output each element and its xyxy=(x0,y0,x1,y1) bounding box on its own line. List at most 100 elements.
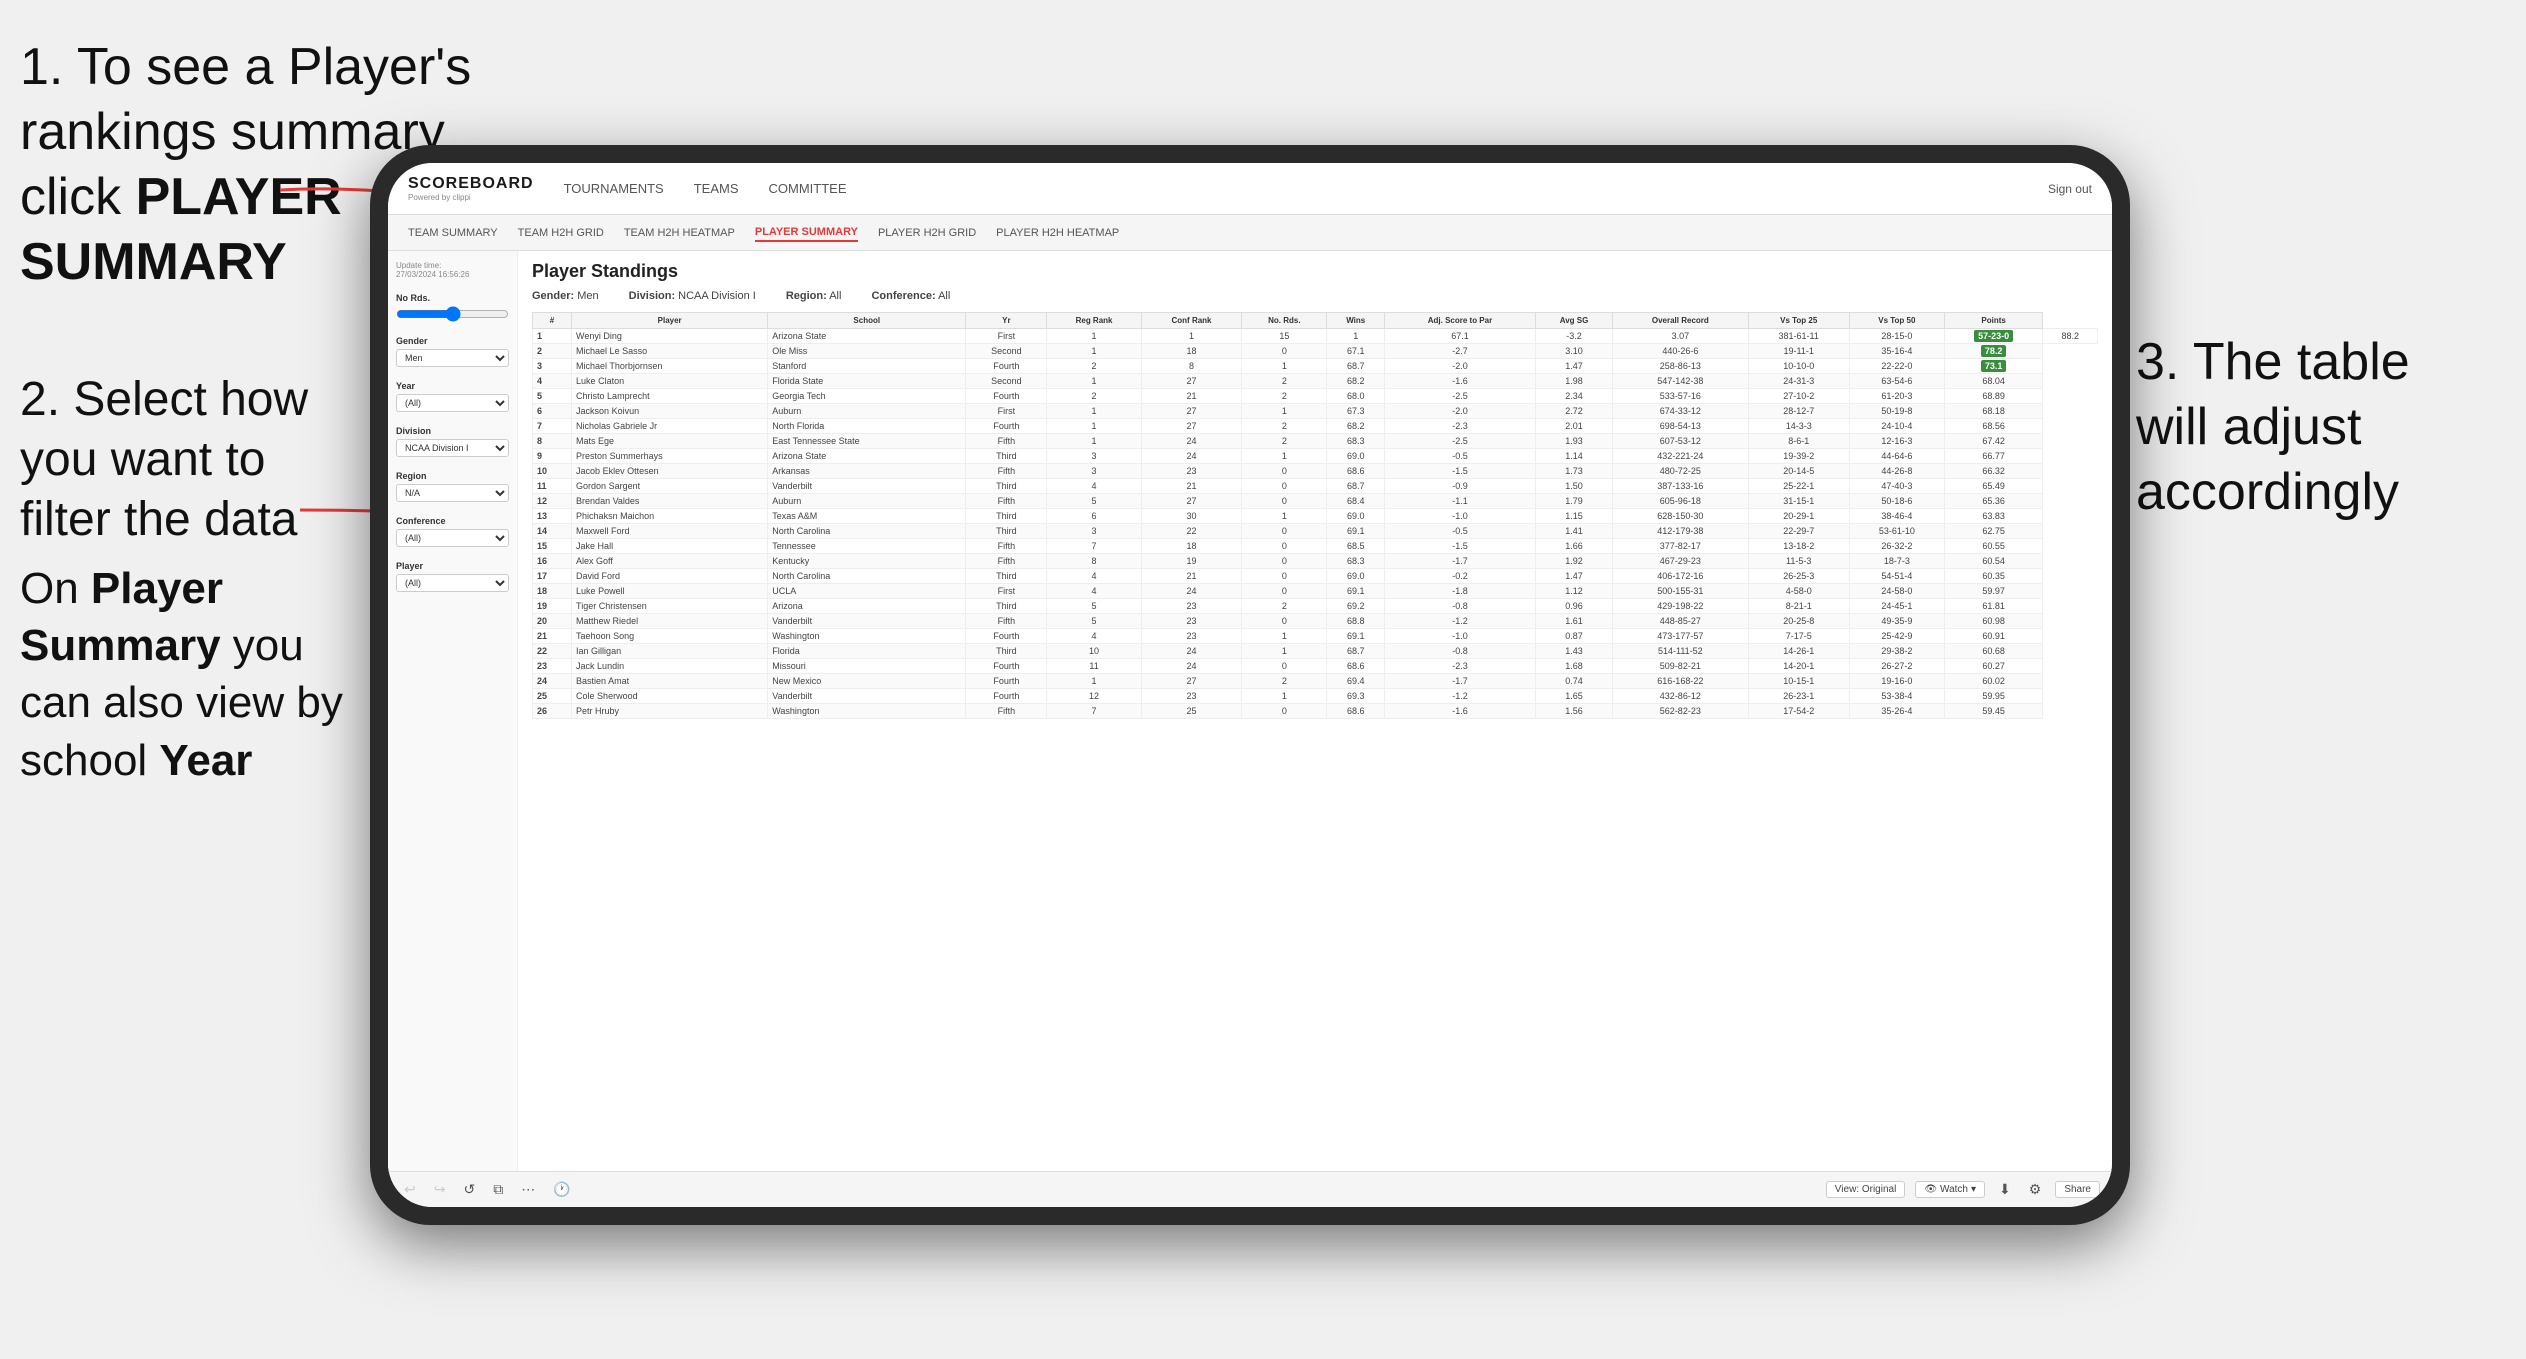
nav-tournaments[interactable]: TOURNAMENTS xyxy=(564,177,664,200)
division-select[interactable]: NCAA Division I xyxy=(396,439,509,457)
table-cell: 1.43 xyxy=(1535,644,1612,659)
table-row: 11Gordon SargentVanderbiltThird421068.7-… xyxy=(533,479,2098,494)
table-cell: 53-38-4 xyxy=(1849,689,1944,704)
table-cell: Gordon Sargent xyxy=(572,479,768,494)
gender-filter-label: Gender: Men xyxy=(532,290,599,302)
table-cell: 7 xyxy=(1047,704,1141,719)
table-cell: Maxwell Ford xyxy=(572,524,768,539)
sub-nav-team-h2h-heatmap[interactable]: TEAM H2H HEATMAP xyxy=(624,225,735,241)
table-cell: 22 xyxy=(1141,524,1242,539)
table-cell: 24 xyxy=(1141,644,1242,659)
nav-teams[interactable]: TEAMS xyxy=(694,177,739,200)
table-cell: 432-221-24 xyxy=(1613,449,1748,464)
col-reg-rank: Reg Rank xyxy=(1047,313,1141,329)
table-cell: 674-33-12 xyxy=(1613,404,1748,419)
table-cell: 26-23-1 xyxy=(1748,689,1849,704)
table-cell: 10-15-1 xyxy=(1748,674,1849,689)
no-rds-label: No Rds. xyxy=(396,293,509,303)
nav-committee[interactable]: COMMITTEE xyxy=(769,177,847,200)
redo-btn[interactable]: ↪ xyxy=(430,1179,450,1200)
table-cell: Luke Claton xyxy=(572,374,768,389)
col-school: School xyxy=(768,313,966,329)
logo-sub: Powered by clippi xyxy=(408,193,534,202)
share-btn[interactable]: Share xyxy=(2055,1181,2100,1198)
table-cell: 0 xyxy=(1242,659,1327,674)
settings-btn[interactable]: ⚙ xyxy=(2025,1179,2046,1200)
table-cell: 500-155-31 xyxy=(1613,584,1748,599)
table-cell: 1 xyxy=(1242,644,1327,659)
sub-nav-player-summary[interactable]: PLAYER SUMMARY xyxy=(755,224,858,242)
table-cell: 9 xyxy=(533,449,572,464)
table-cell: Missouri xyxy=(768,659,966,674)
table-cell: 24 xyxy=(1141,434,1242,449)
table-row: 25Cole SherwoodVanderbiltFourth1223169.3… xyxy=(533,689,2098,704)
table-cell: 68.7 xyxy=(1327,479,1385,494)
gender-select[interactable]: Men xyxy=(396,349,509,367)
table-cell: 57-23-0 xyxy=(1944,329,2043,344)
region-select[interactable]: N/A xyxy=(396,484,509,502)
table-cell: 1 xyxy=(1141,329,1242,344)
table-cell: 1.47 xyxy=(1535,569,1612,584)
table-cell: 49-35-9 xyxy=(1849,614,1944,629)
logo-area: SCOREBOARD Powered by clippi xyxy=(408,175,534,202)
gender-group: Gender Men xyxy=(396,336,509,367)
table-cell: 0 xyxy=(1242,584,1327,599)
table-cell: 60.35 xyxy=(1944,569,2043,584)
table-cell: 69.4 xyxy=(1327,674,1385,689)
table-cell: 3 xyxy=(1047,524,1141,539)
refresh-btn[interactable]: ↺ xyxy=(459,1179,479,1200)
table-cell: 19 xyxy=(1141,554,1242,569)
clock-btn[interactable]: 🕐 xyxy=(549,1179,574,1200)
download-btn[interactable]: ⬇ xyxy=(1995,1179,2015,1200)
table-cell: 1 xyxy=(1242,359,1327,374)
table-cell: -1.7 xyxy=(1385,674,1536,689)
more-btn[interactable]: ⋯ xyxy=(517,1179,539,1200)
table-cell: 6 xyxy=(533,404,572,419)
player-group: Player (All) xyxy=(396,561,509,592)
no-rds-slider[interactable] xyxy=(396,306,509,322)
table-cell: New Mexico xyxy=(768,674,966,689)
table-cell: 0 xyxy=(1242,494,1327,509)
table-cell: 69.2 xyxy=(1327,599,1385,614)
sub-nav-player-h2h-grid[interactable]: PLAYER H2H GRID xyxy=(878,225,976,241)
player-standings-table: # Player School Yr Reg Rank Conf Rank No… xyxy=(532,312,2098,719)
table-cell: 533-57-16 xyxy=(1613,389,1748,404)
view-original-btn[interactable]: View: Original xyxy=(1826,1181,1906,1198)
nav-sign-out[interactable]: Sign out xyxy=(2048,182,2092,196)
table-cell: 63.83 xyxy=(1944,509,2043,524)
sub-nav-team-h2h-grid[interactable]: TEAM H2H GRID xyxy=(518,225,604,241)
table-cell: 1 xyxy=(1047,434,1141,449)
table-cell: Third xyxy=(966,479,1047,494)
table-cell: 68.7 xyxy=(1327,644,1385,659)
copy-btn[interactable]: ⧉ xyxy=(489,1179,507,1200)
table-cell: 1.14 xyxy=(1535,449,1612,464)
conference-select[interactable]: (All) xyxy=(396,529,509,547)
year-select[interactable]: (All) xyxy=(396,394,509,412)
table-cell: -1.2 xyxy=(1385,614,1536,629)
table-cell: 14-26-1 xyxy=(1748,644,1849,659)
table-cell: Fifth xyxy=(966,704,1047,719)
table-cell: 68.6 xyxy=(1327,464,1385,479)
table-cell: 38-46-4 xyxy=(1849,509,1944,524)
table-cell: 698-54-13 xyxy=(1613,419,1748,434)
instruction-bottom: On Player Summary you can also view by s… xyxy=(20,560,360,789)
undo-btn[interactable]: ↩ xyxy=(400,1179,420,1200)
table-cell: Texas A&M xyxy=(768,509,966,524)
table-cell: Fourth xyxy=(966,629,1047,644)
sub-nav-player-h2h-heatmap[interactable]: PLAYER H2H HEATMAP xyxy=(996,225,1119,241)
table-cell: 616-168-22 xyxy=(1613,674,1748,689)
table-cell: 17-54-2 xyxy=(1748,704,1849,719)
sub-nav-team-summary[interactable]: TEAM SUMMARY xyxy=(408,225,498,241)
table-cell: 21 xyxy=(533,629,572,644)
table-cell: 4 xyxy=(1047,584,1141,599)
col-rank: # xyxy=(533,313,572,329)
watch-btn[interactable]: 👁 Watch ▾ xyxy=(1915,1181,1985,1198)
table-cell: 19 xyxy=(533,599,572,614)
table-cell: 1.98 xyxy=(1535,374,1612,389)
player-select[interactable]: (All) xyxy=(396,574,509,592)
table-cell: 514-111-52 xyxy=(1613,644,1748,659)
table-cell: -0.2 xyxy=(1385,569,1536,584)
table-cell: Fourth xyxy=(966,359,1047,374)
table-cell: 1 xyxy=(1242,449,1327,464)
table-cell: 69.3 xyxy=(1327,689,1385,704)
